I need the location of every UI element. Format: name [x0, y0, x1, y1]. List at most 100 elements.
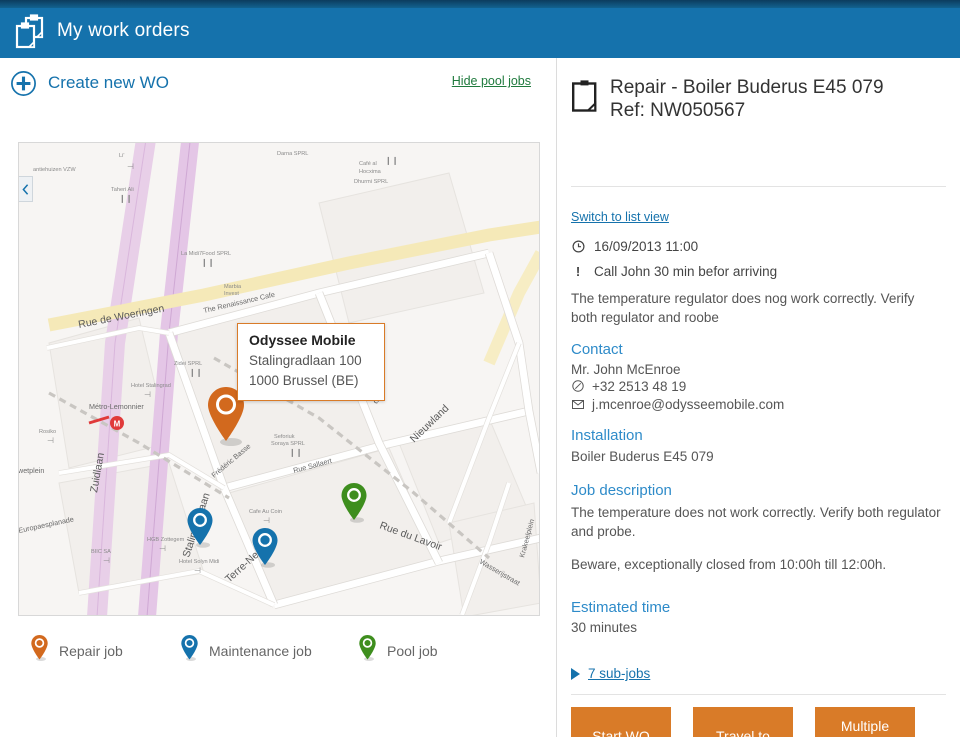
- work-order-ref: Ref: NW050567: [610, 99, 884, 122]
- detail-title-block: Repair - Boiler Buderus E45 079 Ref: NW0…: [610, 76, 884, 122]
- estimated-time-value: 30 minutes: [571, 619, 943, 638]
- svg-text:⊣: ⊣: [47, 436, 54, 445]
- start-wo-button[interactable]: Start WO: [571, 707, 671, 737]
- svg-text:Soraya SPRL: Soraya SPRL: [271, 441, 305, 447]
- legend-label-pool: Pool job: [387, 643, 438, 659]
- svg-text:Dhurmi SPRL: Dhurmi SPRL: [354, 179, 388, 185]
- svg-text:❙❙: ❙❙: [385, 156, 398, 165]
- contact-phone: +32 2513 48 19: [592, 379, 686, 394]
- legend-item-repair: Repair job: [30, 634, 123, 667]
- map-pin-maintenance-2[interactable]: [251, 527, 281, 574]
- svg-text:Invest: Invest: [224, 291, 239, 297]
- scheduled-datetime-row: 16/09/2013 11:00: [571, 238, 698, 255]
- phone-icon: [571, 380, 584, 394]
- svg-text:⊣: ⊣: [159, 544, 166, 553]
- detail-header: Repair - Boiler Buderus E45 079 Ref: NW0…: [571, 76, 946, 122]
- hide-pool-jobs-link[interactable]: Hide pool jobs: [452, 74, 531, 88]
- svg-text:dwetplein: dwetplein: [19, 466, 44, 475]
- legend-item-maintenance: Maintenance job: [180, 634, 312, 667]
- map-pin-maintenance-1[interactable]: [186, 507, 216, 554]
- contact-email-row: j.mcenroe@odysseemobile.com: [571, 397, 784, 412]
- svg-text:antiehuizen VZW: antiehuizen VZW: [33, 167, 76, 173]
- actions-divider: [571, 694, 946, 695]
- bubble-title: Odyssee Mobile: [249, 332, 373, 348]
- svg-text:⊣: ⊣: [194, 566, 201, 575]
- work-order-title: Repair - Boiler Buderus E45 079: [610, 76, 884, 99]
- installation-heading: Installation: [571, 427, 643, 444]
- create-wo-button[interactable]: Create new WO: [10, 69, 169, 97]
- sub-jobs-toggle[interactable]: 7 sub-jobs: [571, 666, 650, 681]
- map-pane: Create new WO Hide pool jobs .rd { strok…: [0, 58, 556, 737]
- job-description-note: Beware, exceptionally closed from 10:00h…: [571, 556, 943, 575]
- legend-item-pool: Pool job: [358, 634, 438, 667]
- contact-heading: Contact: [571, 341, 623, 358]
- window-top-strip: [0, 0, 960, 8]
- alert-row: ! Call John 30 min befor arriving: [571, 263, 777, 280]
- envelope-icon: [571, 398, 584, 412]
- exclamation-icon: !: [571, 263, 585, 280]
- action-buttons: Start WO Travel to Multiple approval: [571, 707, 915, 737]
- clipboard-icon: [571, 79, 599, 113]
- create-wo-label: Create new WO: [48, 73, 169, 93]
- svg-text:Cafe Au Coin: Cafe Au Coin: [249, 509, 282, 515]
- svg-text:Taheri Ali: Taheri Ali: [111, 187, 134, 193]
- app-root: My work orders Create new WO Hide pool j…: [0, 0, 960, 737]
- svg-text:Café al: Café al: [359, 161, 377, 167]
- multiple-approval-button[interactable]: Multiple approval: [815, 707, 915, 737]
- map-collapse-button[interactable]: [19, 176, 33, 202]
- svg-text:BIIC SA: BIIC SA: [91, 549, 111, 555]
- bubble-city: 1000 Brussel (BE): [249, 371, 373, 391]
- clipboard-stack-icon: [10, 13, 50, 53]
- svg-text:Métro-Lemonnier: Métro-Lemonnier: [89, 402, 144, 411]
- svg-text:Marbia: Marbia: [224, 284, 242, 290]
- map-pin-icon: [30, 634, 50, 667]
- svg-text:Hotel Solyn Midi: Hotel Solyn Midi: [179, 559, 219, 565]
- svg-text:⊣: ⊣: [127, 162, 134, 171]
- estimated-time-heading: Estimated time: [571, 599, 670, 616]
- page-title: My work orders: [57, 20, 190, 42]
- triangle-right-icon: [571, 668, 580, 680]
- work-order-summary: The temperature regulator does nog work …: [571, 290, 943, 327]
- installation-value: Boiler Buderus E45 079: [571, 448, 943, 467]
- job-description-heading: Job description: [571, 482, 672, 499]
- alert-text: Call John 30 min befor arriving: [594, 263, 777, 280]
- svg-text:❙❙: ❙❙: [289, 448, 302, 457]
- header-divider: [571, 186, 946, 187]
- svg-text:La Midi7Food SPRL: La Midi7Food SPRL: [181, 251, 231, 257]
- clock-icon: [571, 238, 585, 255]
- legend-label-repair: Repair job: [59, 643, 123, 659]
- map-pin-icon: [180, 634, 200, 667]
- svg-text:M: M: [114, 420, 121, 429]
- svg-text:⊣: ⊣: [263, 516, 270, 525]
- contact-phone-row: +32 2513 48 19: [571, 379, 686, 394]
- job-description-text: The temperature does not work correctly.…: [571, 504, 943, 541]
- bubble-street: Stalingradlaan 100: [249, 351, 373, 371]
- svg-text:Zidei SPRL: Zidei SPRL: [174, 361, 202, 367]
- map-pin-icon: [358, 634, 378, 667]
- sub-jobs-label: 7 sub-jobs: [588, 666, 650, 681]
- svg-text:Hocxima: Hocxima: [359, 169, 382, 175]
- svg-text:Rosiko: Rosiko: [39, 429, 56, 435]
- svg-text:Li': Li': [119, 153, 124, 159]
- map-legend: Repair job Maintenance job: [18, 634, 540, 678]
- svg-text:Seforiuk: Seforiuk: [274, 434, 295, 440]
- svg-text:Hotel Stalingrad: Hotel Stalingrad: [131, 383, 171, 389]
- work-order-detail-pane: Repair - Boiler Buderus E45 079 Ref: NW0…: [557, 58, 960, 737]
- app-header: My work orders: [0, 8, 960, 58]
- legend-label-maintenance: Maintenance job: [209, 643, 312, 659]
- scheduled-datetime: 16/09/2013 11:00: [594, 238, 698, 255]
- map-info-bubble[interactable]: Odyssee Mobile Stalingradlaan 100 1000 B…: [237, 323, 385, 401]
- travel-to-button[interactable]: Travel to: [693, 707, 793, 737]
- map-pin-pool[interactable]: [340, 482, 370, 529]
- svg-text:❙❙: ❙❙: [119, 194, 132, 203]
- contact-name: Mr. John McEnroe: [571, 361, 943, 380]
- svg-text:❙❙: ❙❙: [201, 258, 214, 267]
- svg-text:⊣: ⊣: [103, 556, 110, 565]
- contact-email: j.mcenroe@odysseemobile.com: [592, 397, 784, 412]
- plus-circle-icon: [10, 70, 37, 97]
- switch-to-list-view-link[interactable]: Switch to list view: [571, 210, 669, 224]
- svg-text:❙❙: ❙❙: [189, 368, 202, 377]
- chevron-left-icon: [22, 184, 29, 195]
- svg-text:HGB Zottegem: HGB Zottegem: [147, 537, 185, 543]
- svg-text:⊣: ⊣: [144, 390, 151, 399]
